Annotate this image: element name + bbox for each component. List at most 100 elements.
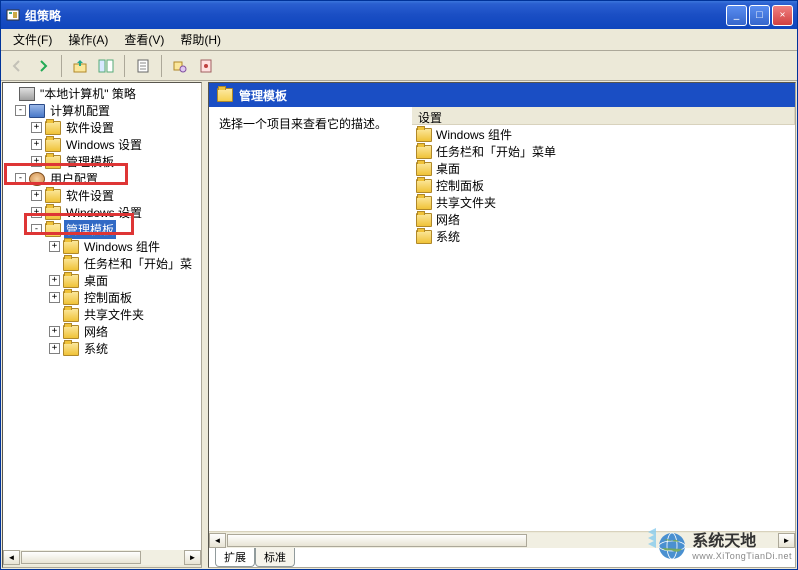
tab-extended[interactable]: 扩展 (215, 548, 255, 567)
menu-file[interactable]: 文件(F) (5, 29, 60, 50)
tree-admin-templates-2[interactable]: - 管理模板 (3, 221, 201, 238)
tree-label: 系统 (82, 339, 110, 358)
scrollbar-thumb[interactable] (227, 534, 527, 547)
separator (124, 55, 125, 77)
tab-standard[interactable]: 标准 (255, 548, 295, 567)
details-title: 管理模板 (239, 87, 287, 104)
list-item[interactable]: 任务栏和「开始」菜单 (412, 143, 795, 160)
menubar: 文件(F) 操作(A) 查看(V) 帮助(H) (1, 29, 797, 51)
collapse-icon[interactable]: - (15, 105, 26, 116)
tree-taskbar-start[interactable]: 任务栏和「开始」菜 (3, 255, 201, 272)
list-item[interactable]: 控制面板 (412, 177, 795, 194)
expand-icon[interactable]: + (31, 122, 42, 133)
expand-icon[interactable]: + (49, 326, 60, 337)
app-icon (5, 7, 21, 23)
expand-icon[interactable]: + (31, 139, 42, 150)
scrollbar-track[interactable] (226, 533, 778, 548)
column-header-settings[interactable]: 设置 (412, 107, 795, 124)
description-column: 选择一个项目来查看它的描述。 (209, 107, 412, 531)
tree-system[interactable]: + 系统 (3, 340, 201, 357)
expand-icon[interactable]: + (49, 292, 60, 303)
item-label: 共享文件夹 (436, 194, 496, 211)
tree-windows-settings[interactable]: + Windows 设置 (3, 136, 201, 153)
toolbar (1, 51, 797, 81)
properties-button[interactable] (131, 54, 155, 78)
list-item[interactable]: Windows 组件 (412, 126, 795, 143)
maximize-button[interactable]: □ (749, 5, 770, 26)
folder-icon (63, 291, 79, 305)
scroll-left-button[interactable]: ◄ (3, 550, 20, 565)
details-pane: 管理模板 选择一个项目来查看它的描述。 设置 Windows 组件 任务栏和「开… (208, 82, 796, 568)
tree-shared-folders[interactable]: 共享文件夹 (3, 306, 201, 323)
tree-view[interactable]: "本地计算机" 策略 - 计算机配置 + 软件设置 + Windows 设置 (3, 83, 201, 550)
scroll-left-button[interactable]: ◄ (209, 533, 226, 548)
tree-network[interactable]: + 网络 (3, 323, 201, 340)
list-item[interactable]: 系统 (412, 228, 795, 245)
separator (161, 55, 162, 77)
scrollbar-thumb[interactable] (21, 551, 141, 564)
up-button[interactable] (68, 54, 92, 78)
content-area: "本地计算机" 策略 - 计算机配置 + 软件设置 + Windows 设置 (1, 81, 797, 569)
details-body: 选择一个项目来查看它的描述。 设置 Windows 组件 任务栏和「开始」菜单 … (209, 107, 795, 531)
item-label: Windows 组件 (436, 126, 512, 143)
tree-desktop[interactable]: + 桌面 (3, 272, 201, 289)
menu-help[interactable]: 帮助(H) (172, 29, 229, 50)
show-hide-tree-button[interactable] (94, 54, 118, 78)
tree-software-settings-2[interactable]: + 软件设置 (3, 187, 201, 204)
template-button[interactable] (194, 54, 218, 78)
separator (61, 55, 62, 77)
expand-icon[interactable]: + (31, 207, 42, 218)
policy-icon (19, 87, 35, 101)
tree-user-config[interactable]: - 用户配置 (3, 170, 201, 187)
list-item[interactable]: 网络 (412, 211, 795, 228)
minimize-button[interactable]: _ (726, 5, 747, 26)
list-item[interactable]: 桌面 (412, 160, 795, 177)
item-label: 任务栏和「开始」菜单 (436, 143, 556, 160)
expand-icon[interactable]: + (31, 156, 42, 167)
scrollbar-track[interactable] (20, 550, 184, 565)
folder-icon (45, 189, 61, 203)
folder-icon (45, 138, 61, 152)
splitter[interactable] (203, 81, 207, 569)
collapse-icon[interactable]: - (15, 173, 26, 184)
list-header[interactable]: 设置 (412, 107, 795, 125)
expand-icon[interactable]: + (49, 275, 60, 286)
details-header: 管理模板 (209, 83, 795, 107)
tree-control-panel[interactable]: + 控制面板 (3, 289, 201, 306)
folder-icon (63, 240, 79, 254)
tree-computer-config[interactable]: - 计算机配置 (3, 102, 201, 119)
tree-windows-settings-2[interactable]: + Windows 设置 (3, 204, 201, 221)
menu-view[interactable]: 查看(V) (116, 29, 172, 50)
item-label: 系统 (436, 228, 460, 245)
user-icon (29, 172, 45, 186)
scroll-right-button[interactable]: ► (778, 533, 795, 548)
list-column: 设置 Windows 组件 任务栏和「开始」菜单 桌面 控制面板 共享文件夹 网… (412, 107, 795, 531)
scroll-right-button[interactable]: ► (184, 550, 201, 565)
item-label: 网络 (436, 211, 460, 228)
expand-icon[interactable]: + (31, 190, 42, 201)
back-button (5, 54, 29, 78)
window-title: 组策略 (25, 7, 726, 24)
tree-admin-templates[interactable]: + 管理模板 (3, 153, 201, 170)
expand-icon[interactable]: + (49, 241, 60, 252)
filter-button[interactable] (168, 54, 192, 78)
folder-icon (63, 342, 79, 356)
tree-windows-components[interactable]: + Windows 组件 (3, 238, 201, 255)
forward-button[interactable] (31, 54, 55, 78)
folder-icon (416, 162, 432, 176)
tree-software-settings[interactable]: + 软件设置 (3, 119, 201, 136)
tab-bar: 扩展 标准 (209, 548, 795, 567)
folder-icon (416, 196, 432, 210)
close-button[interactable]: × (772, 5, 793, 26)
folder-icon (45, 155, 61, 169)
folder-icon (45, 121, 61, 135)
folder-icon (416, 230, 432, 244)
folder-icon (63, 308, 79, 322)
list-item[interactable]: 共享文件夹 (412, 194, 795, 211)
expand-icon[interactable]: + (49, 343, 60, 354)
menu-action[interactable]: 操作(A) (60, 29, 116, 50)
tree-horizontal-scrollbar[interactable]: ◄ ► (3, 550, 201, 567)
tree-root[interactable]: "本地计算机" 策略 (3, 85, 201, 102)
collapse-icon[interactable]: - (31, 224, 42, 235)
details-horizontal-scrollbar[interactable]: ◄ ► (209, 531, 795, 548)
